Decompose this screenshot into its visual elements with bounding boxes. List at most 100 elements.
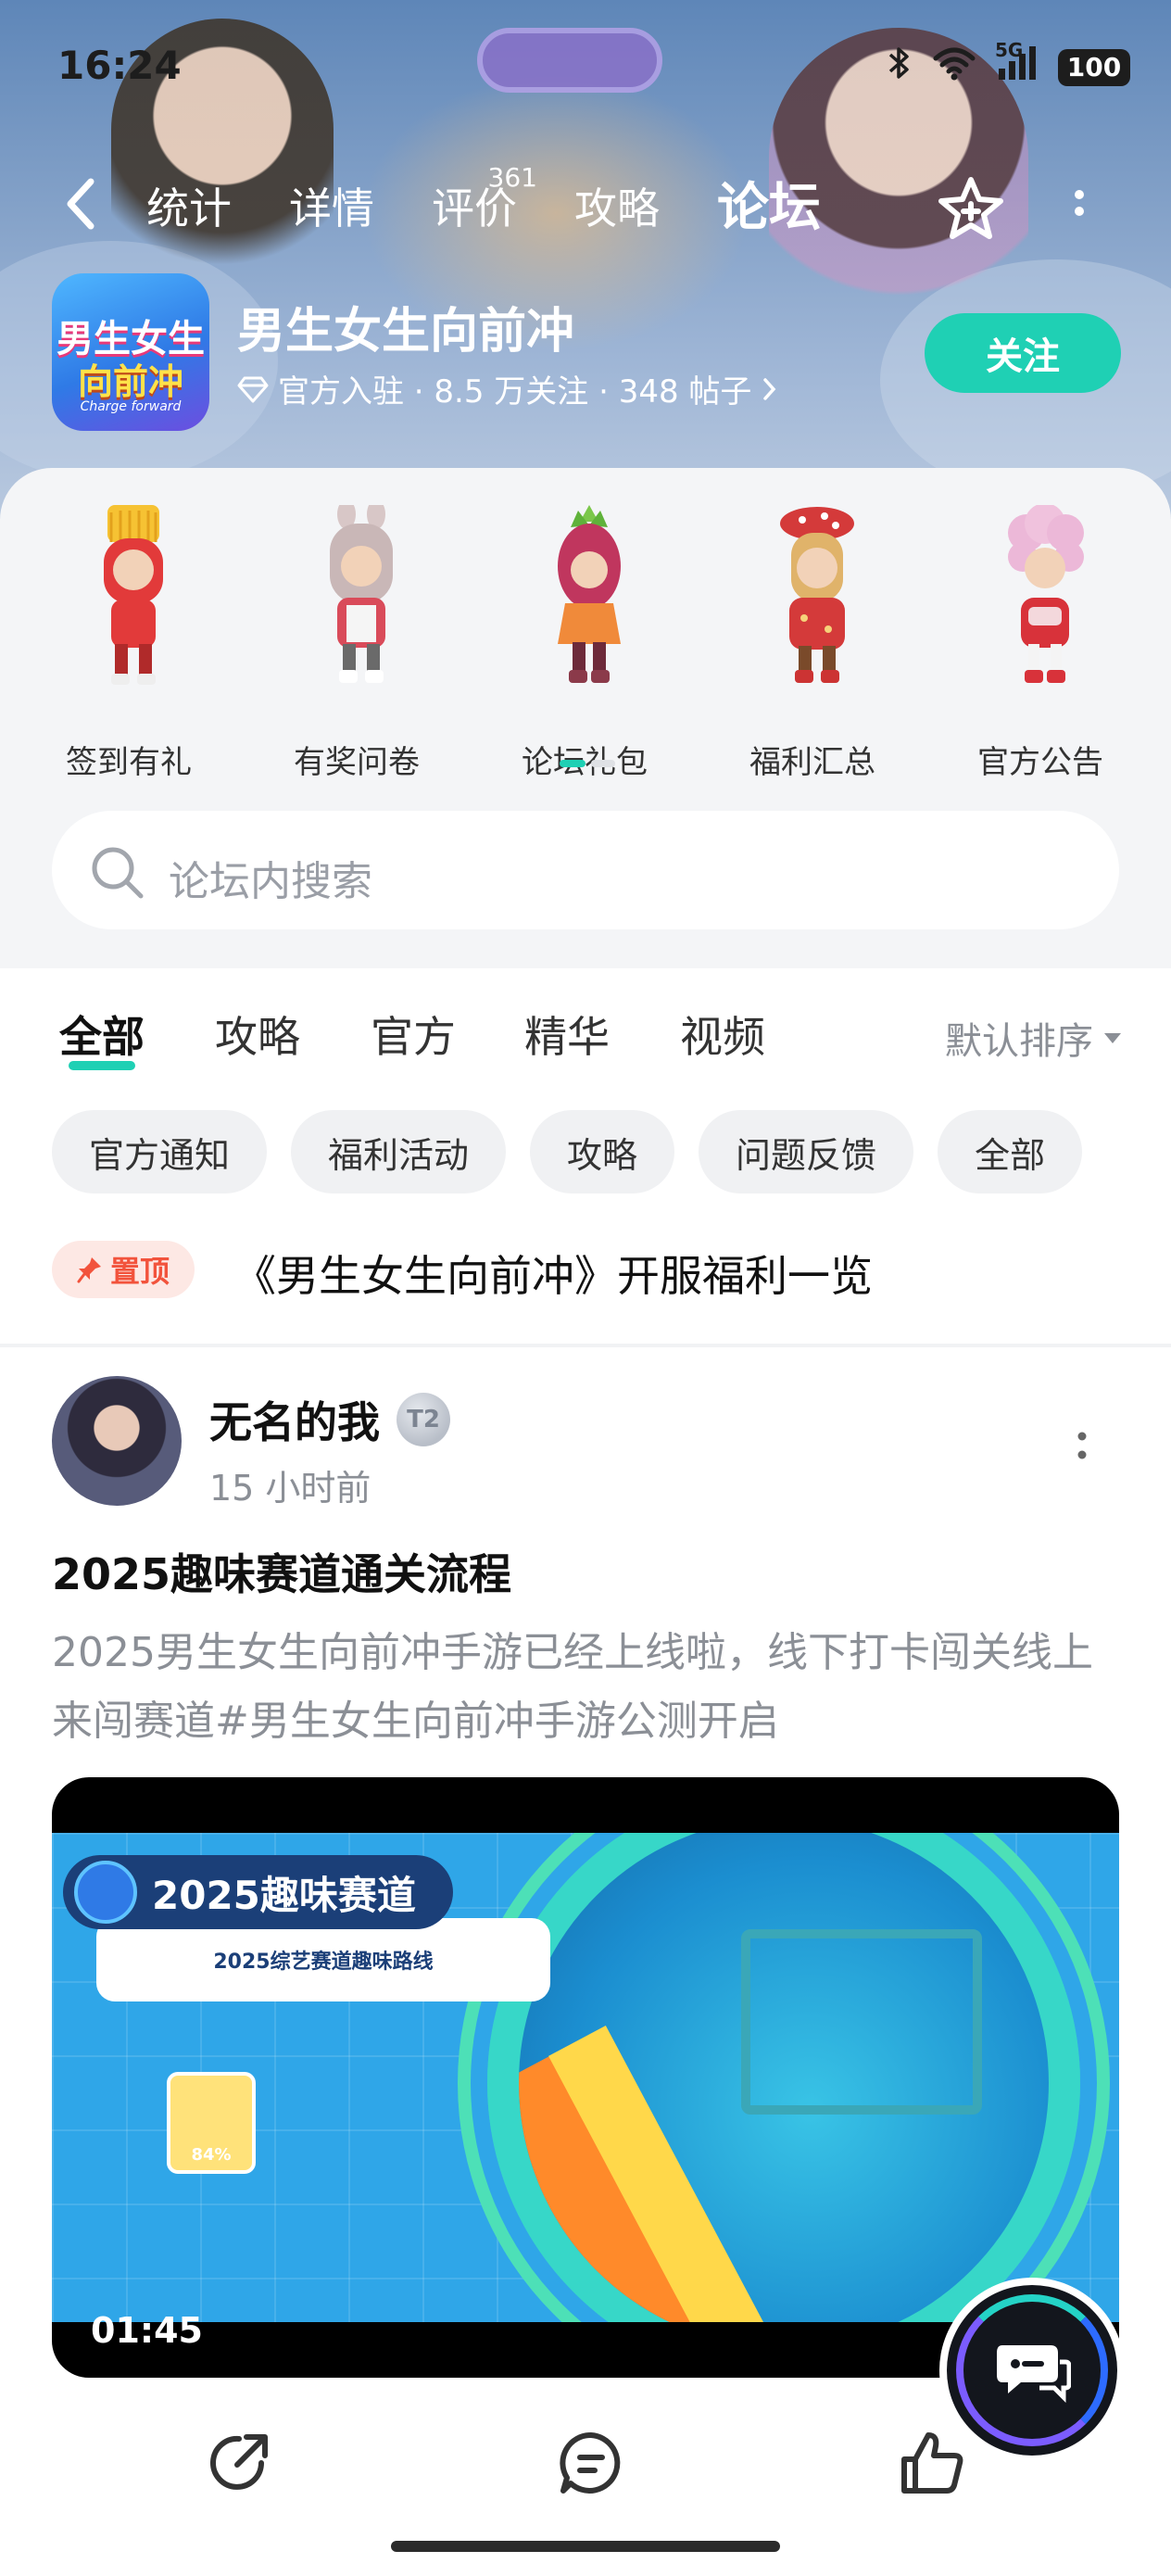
status-bar: 16:24 5G 100	[0, 37, 1171, 102]
chip-all[interactable]: 全部	[938, 1110, 1083, 1193]
chip-events[interactable]: 福利活动	[291, 1110, 507, 1193]
share-button[interactable]	[204, 2428, 274, 2498]
video-frame: 2025综艺赛道趣味路线 2025趣味赛道 84%	[52, 1833, 1119, 2322]
category-chips: 官方通知 福利活动 攻略 问题反馈 全部	[52, 1110, 1083, 1193]
top-nav: 统计 详情 评价 361 攻略 论坛	[0, 165, 1171, 250]
bluetooth-icon	[888, 44, 912, 90]
pinned-badge-label: 置顶	[109, 1254, 170, 1289]
more-options-button[interactable]	[1065, 182, 1093, 237]
benefits-character-icon	[780, 507, 854, 683]
favorite-button[interactable]	[936, 174, 1006, 245]
quick-link-label: 有奖问卷	[294, 744, 420, 781]
post-body: 2025男生女生向前冲手游已经上线啦，线下打卡闯关线上来闯赛道#男生女生向前冲手…	[52, 1629, 1093, 1745]
comment-icon	[560, 2431, 621, 2494]
thumbs-up-icon	[901, 2432, 963, 2494]
feed-tabs: 全部 攻略 官方 精华 视频 默认排序	[0, 968, 1171, 1089]
tab-guides[interactable]: 攻略	[574, 167, 660, 250]
feed-tab-label: 全部	[59, 1012, 145, 1062]
cellular-signal-icon: 5G	[995, 39, 1038, 90]
quick-link-checkin[interactable]: 签到有礼	[15, 505, 243, 781]
chip-official-notice[interactable]: 官方通知	[52, 1110, 268, 1193]
wifi-icon	[932, 45, 976, 89]
tab-stats[interactable]: 统计	[146, 167, 232, 250]
follow-button[interactable]: 关注	[925, 313, 1121, 393]
tab-label: 攻略	[574, 183, 660, 234]
quick-link-benefits[interactable]: 福利汇总	[699, 505, 926, 781]
chip-feedback[interactable]: 问题反馈	[699, 1110, 914, 1193]
feed-tab-label: 攻略	[215, 1012, 300, 1062]
video-title-tag: 2025趣味赛道	[63, 1855, 453, 1929]
game-meta[interactable]: 官方入驻 · 8.5 万关注 · 348 帖子	[237, 366, 779, 411]
video-player-card: 84%	[167, 2072, 256, 2174]
feed-tab-guides[interactable]: 攻略	[215, 1004, 300, 1065]
quick-link-giftpack[interactable]: 论坛礼包	[471, 505, 699, 781]
avatar[interactable]	[52, 1376, 182, 1506]
feed-tab-featured[interactable]: 精华	[524, 1004, 610, 1065]
forum-panel: 签到有礼 有奖问卷 论坛礼包 福利汇总 官方公告 论坛内搜索	[0, 468, 1171, 968]
quick-link-announcements[interactable]: 官方公告	[926, 505, 1154, 781]
pin-icon	[77, 1257, 101, 1283]
comment-button[interactable]	[556, 2428, 626, 2498]
star-icon	[74, 1861, 137, 1924]
quick-links: 签到有礼 有奖问卷 论坛礼包 福利汇总 官方公告	[0, 505, 1171, 781]
like-button[interactable]	[897, 2428, 967, 2498]
quick-link-label: 签到有礼	[66, 744, 192, 781]
post-more-button[interactable]	[1073, 1427, 1091, 1473]
feed-tab-label: 视频	[680, 1012, 765, 1062]
video-subtitle: 2025综艺赛道趣味路线	[96, 1918, 550, 2001]
page-indicator-active	[560, 760, 586, 767]
search-icon	[92, 847, 144, 899]
status-time: 16:24	[57, 43, 182, 88]
quick-link-label: 福利汇总	[749, 744, 875, 781]
app-icon-text: 向前冲	[77, 361, 183, 402]
nav-tabs: 统计 详情 评价 361 攻略 论坛	[146, 165, 878, 250]
search-placeholder: 论坛内搜索	[169, 858, 372, 905]
chip-guides[interactable]: 攻略	[530, 1110, 675, 1193]
review-count-badge: 361	[487, 162, 537, 193]
video-track-scene	[487, 1833, 1080, 2322]
active-tab-underline	[69, 1061, 135, 1070]
back-button[interactable]	[61, 176, 104, 232]
tab-details[interactable]: 详情	[289, 167, 374, 250]
post-author[interactable]: 无名的我 T2	[209, 1389, 450, 1450]
post-actions	[0, 2428, 1171, 2502]
post-title: 2025趣味赛道通关流程	[52, 1549, 512, 1599]
announcements-character-icon	[1008, 505, 1084, 683]
page-indicator	[560, 760, 615, 767]
game-app-icon[interactable]: 男生女生 向前冲 Charge forward	[52, 273, 209, 431]
tab-reviews[interactable]: 评价 361	[432, 165, 537, 250]
battery-indicator: 100	[1058, 48, 1130, 86]
home-indicator[interactable]	[391, 2541, 780, 2552]
level-badge: T2	[397, 1393, 450, 1446]
tab-label: 详情	[289, 183, 374, 234]
tab-label: 统计	[146, 183, 232, 234]
quick-link-survey[interactable]: 有奖问卷	[243, 505, 471, 781]
track-bridge	[741, 1929, 982, 2115]
diamond-icon	[237, 376, 269, 402]
forum-search-bar[interactable]: 论坛内搜索	[52, 811, 1119, 929]
feed-tab-video[interactable]: 视频	[680, 1004, 765, 1065]
sort-dropdown[interactable]: 默认排序	[945, 1011, 1121, 1065]
survey-character-icon	[330, 505, 393, 683]
share-icon	[210, 2434, 268, 2490]
chevron-right-icon	[763, 377, 776, 400]
feed-tab-official[interactable]: 官方	[371, 1004, 456, 1065]
post-time: 15 小时前	[209, 1468, 371, 1509]
video-thumbnail[interactable]: 2025综艺赛道趣味路线 2025趣味赛道 84% 01:45	[52, 1777, 1119, 2378]
video-progress-label: 84%	[191, 2145, 232, 2165]
pinned-post[interactable]: 置顶 《男生女生向前冲》开服福利一览	[52, 1237, 1127, 1302]
app-icon-text: Charge forward	[80, 399, 182, 414]
checkin-character-icon	[104, 505, 163, 685]
divider	[0, 1344, 1171, 1347]
tab-forum[interactable]: 论坛	[717, 167, 821, 250]
feed-tab-label: 官方	[371, 1012, 456, 1062]
network-type: 5G	[995, 39, 1024, 61]
quick-link-label: 官方公告	[977, 744, 1103, 781]
video-title-text: 2025趣味赛道	[152, 1872, 416, 1918]
feed-tab-label: 精华	[524, 1012, 610, 1062]
fab-ring	[956, 2294, 1108, 2446]
feed-tab-all[interactable]: 全部	[59, 1004, 145, 1070]
tab-label: 论坛	[717, 178, 821, 238]
sort-label: 默认排序	[945, 1020, 1093, 1063]
caret-down-icon	[1104, 1032, 1121, 1043]
